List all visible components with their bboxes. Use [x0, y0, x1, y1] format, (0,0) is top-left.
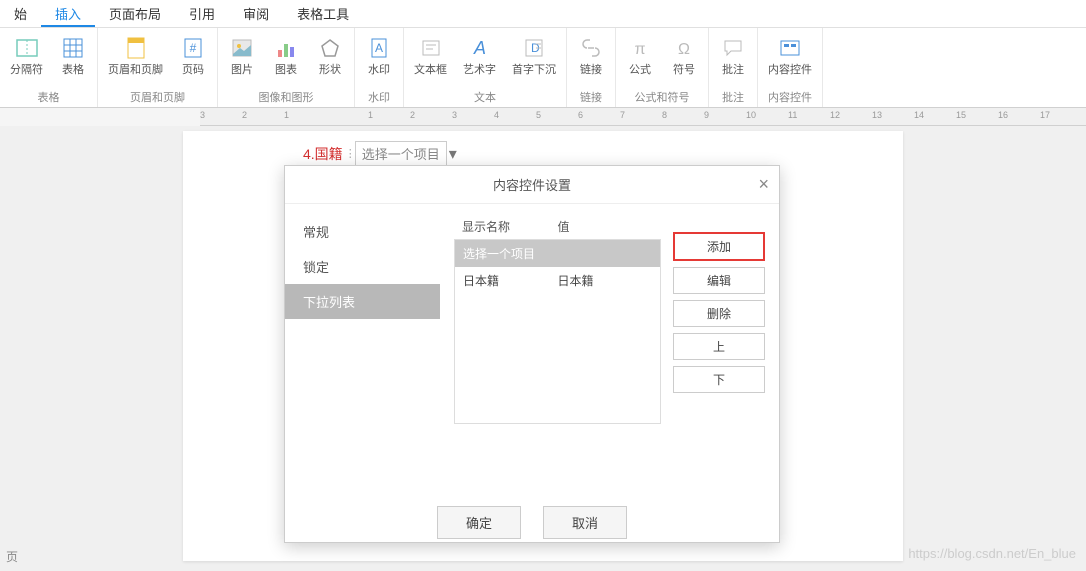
ribbon-group-table: 分隔符 表格 表格 [0, 28, 98, 107]
watermark-icon: A [365, 34, 393, 62]
separator-button[interactable]: 分隔符 [6, 32, 47, 79]
dialog-footer: 确定 取消 [285, 494, 779, 551]
dialog-title: 内容控件设置 [493, 175, 571, 194]
tab-references[interactable]: 引用 [175, 0, 229, 27]
dropdown-value: 选择一个项目 [362, 144, 440, 163]
content-control-settings-dialog: 内容控件设置 × 常规 锁定 下拉列表 显示名称 值 选择一个项目 [284, 165, 780, 543]
shape-icon [316, 34, 344, 62]
dropdown-control[interactable]: 选择一个项目 [355, 141, 447, 166]
comment-icon [719, 34, 747, 62]
chart-icon [272, 34, 300, 62]
sidebar-item-general[interactable]: 常规 [285, 214, 440, 249]
wordart-icon: A [466, 34, 494, 62]
close-icon[interactable]: × [758, 174, 769, 195]
button-column: 添加 编辑 删除 上 下 [673, 214, 765, 484]
split-icon [13, 34, 41, 62]
chevron-down-icon[interactable]: ▾ [449, 144, 461, 164]
textbox-icon [417, 34, 445, 62]
dialog-header: 内容控件设置 × [285, 166, 779, 204]
ribbon-group-header-footer: 页眉和页脚 # 页码 页眉和页脚 [98, 28, 218, 107]
col-display-name: 显示名称 [462, 218, 558, 235]
tab-insert[interactable]: 插入 [41, 0, 95, 27]
header-footer-button[interactable]: 页眉和页脚 [104, 32, 167, 79]
cancel-button[interactable]: 取消 [543, 506, 627, 539]
field-label: 4.国籍 [303, 144, 343, 164]
col-value: 值 [558, 218, 654, 235]
dropcap-button[interactable]: D 首字下沉 [508, 32, 560, 79]
add-button[interactable]: 添加 [673, 232, 765, 261]
sidebar-item-lock[interactable]: 锁定 [285, 249, 440, 284]
ok-button[interactable]: 确定 [437, 506, 521, 539]
page-indicator: 页 [6, 548, 18, 565]
watermark-button[interactable]: A 水印 [361, 32, 397, 79]
svg-text:π: π [634, 41, 645, 58]
list-row[interactable]: 日本籍 日本籍 [455, 267, 660, 294]
ribbon-group-text: 文本框 A 艺术字 D 首字下沉 文本 [404, 28, 567, 107]
symbol-icon: Ω [670, 34, 698, 62]
textbox-button[interactable]: 文本框 [410, 32, 451, 79]
watermark-text: https://blog.csdn.net/En_blue [908, 546, 1076, 561]
header-footer-icon [122, 34, 150, 62]
tab-table-tools[interactable]: 表格工具 [283, 0, 363, 27]
dialog-sidebar: 常规 锁定 下拉列表 [285, 204, 440, 494]
content-control-button[interactable]: 内容控件 [764, 32, 816, 79]
move-down-button[interactable]: 下 [673, 366, 765, 393]
main-tabs: 始 插入 页面布局 引用 审阅 表格工具 [0, 0, 1086, 28]
ribbon-group-content-control: 内容控件 内容控件 [758, 28, 823, 107]
shape-button[interactable]: 形状 [312, 32, 348, 79]
svg-text:A: A [472, 38, 485, 58]
list-header: 显示名称 值 [454, 214, 661, 239]
svg-text:A: A [375, 41, 383, 55]
comment-button[interactable]: 批注 [715, 32, 751, 79]
tab-review[interactable]: 审阅 [229, 0, 283, 27]
equation-button[interactable]: π 公式 [622, 32, 658, 79]
equation-icon: π [626, 34, 654, 62]
wordart-button[interactable]: A 艺术字 [459, 32, 500, 79]
list-box[interactable]: 选择一个项目 日本籍 日本籍 [454, 239, 661, 424]
table-icon [59, 34, 87, 62]
field-handle-icon[interactable]: ⋮⋮ [345, 147, 353, 160]
ruler: 3211234567891011121314151617 [200, 108, 1086, 126]
tab-page-layout[interactable]: 页面布局 [95, 0, 175, 27]
field-sample: 4.国籍 ⋮⋮ 选择一个项目 ▾ [303, 141, 461, 166]
dropcap-icon: D [520, 34, 548, 62]
delete-button[interactable]: 删除 [673, 300, 765, 327]
ribbon-group-comment: 批注 批注 [709, 28, 758, 107]
link-icon [577, 34, 605, 62]
dialog-content: 显示名称 值 选择一个项目 日本籍 日本籍 添加 编辑 删除 [440, 204, 779, 494]
table-button[interactable]: 表格 [55, 32, 91, 79]
ribbon-group-watermark: A 水印 水印 [355, 28, 404, 107]
edit-button[interactable]: 编辑 [673, 267, 765, 294]
move-up-button[interactable]: 上 [673, 333, 765, 360]
svg-text:#: # [190, 41, 197, 55]
sidebar-item-dropdown-list[interactable]: 下拉列表 [285, 284, 440, 319]
ribbon: 分隔符 表格 表格 页眉和页脚 # 页码 页眉和页脚 图片 [0, 28, 1086, 108]
link-button[interactable]: 链接 [573, 32, 609, 79]
ribbon-group-equation: π 公式 Ω 符号 公式和符号 [616, 28, 709, 107]
list-row[interactable]: 选择一个项目 [455, 240, 660, 267]
picture-icon [228, 34, 256, 62]
page-number-button[interactable]: # 页码 [175, 32, 211, 79]
svg-text:Ω: Ω [678, 41, 690, 58]
ribbon-group-link: 链接 链接 [567, 28, 616, 107]
symbol-button[interactable]: Ω 符号 [666, 32, 702, 79]
content-control-icon [776, 34, 804, 62]
page-number-icon: # [179, 34, 207, 62]
tab-start[interactable]: 始 [0, 0, 41, 27]
ribbon-group-images: 图片 图表 形状 图像和图形 [218, 28, 355, 107]
chart-button[interactable]: 图表 [268, 32, 304, 79]
picture-button[interactable]: 图片 [224, 32, 260, 79]
